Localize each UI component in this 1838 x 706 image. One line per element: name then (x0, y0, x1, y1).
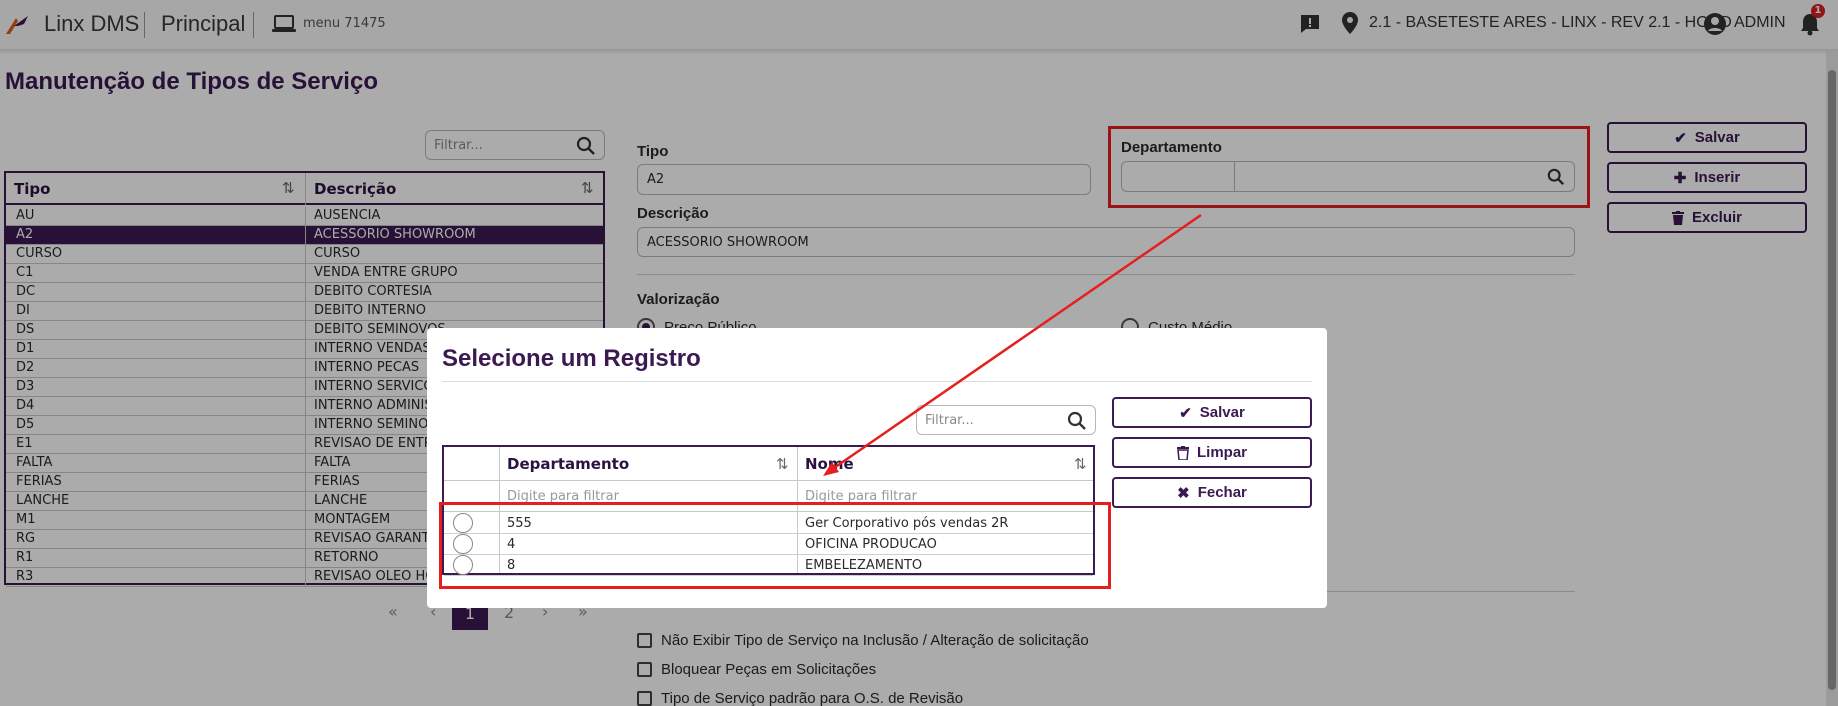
annotation-arrow (823, 213, 1202, 476)
